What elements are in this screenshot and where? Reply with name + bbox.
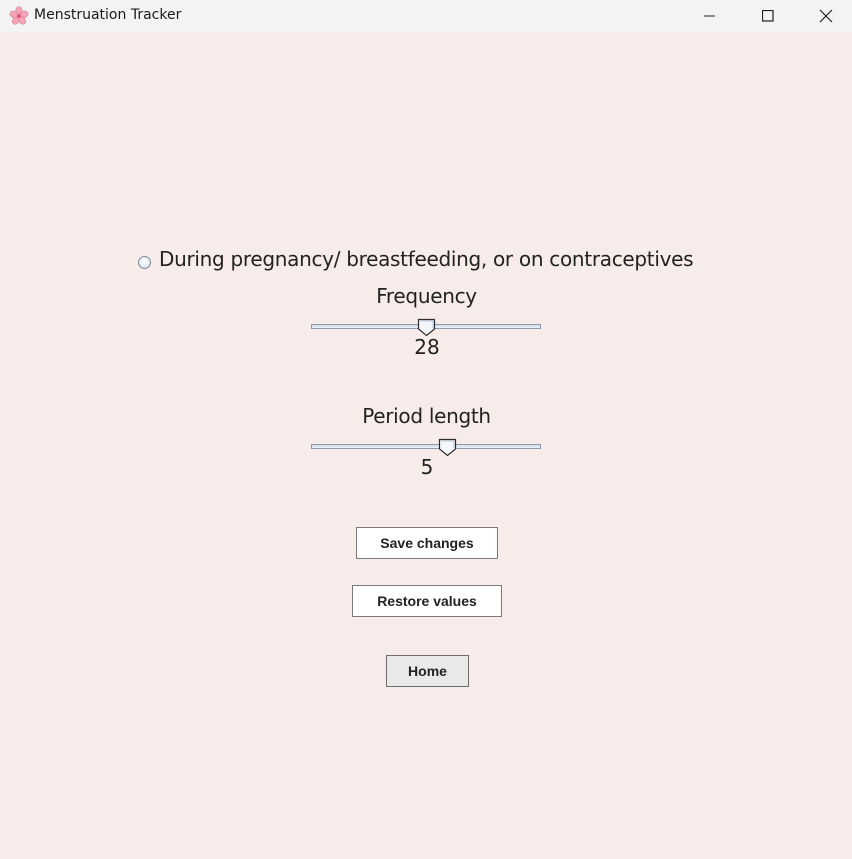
window-title: Menstruation Tracker [34, 7, 182, 23]
pregnancy-option-row[interactable]: During pregnancy/ breastfeeding, or on c… [138, 244, 694, 274]
cherry-blossom-icon [9, 6, 29, 26]
frequency-value: 28 [414, 335, 440, 359]
period-length-slider-track[interactable] [311, 444, 541, 449]
close-icon [819, 9, 833, 23]
close-button[interactable] [797, 0, 852, 32]
restore-values-button[interactable]: Restore values [352, 585, 502, 617]
title-bar[interactable]: Menstruation Tracker [0, 0, 852, 32]
minimize-button[interactable] [681, 0, 739, 32]
settings-panel: During pregnancy/ breastfeeding, or on c… [0, 34, 852, 859]
pregnancy-radio-button[interactable] [138, 255, 151, 269]
minimize-icon [704, 10, 716, 22]
pregnancy-option-label[interactable]: During pregnancy/ breastfeeding, or on c… [159, 247, 694, 271]
period-length-label: Period length [362, 404, 491, 428]
maximize-button[interactable] [739, 0, 797, 32]
save-changes-button[interactable]: Save changes [356, 527, 498, 559]
home-button[interactable]: Home [386, 655, 469, 687]
app-window: Menstruation Tracker During pregnancy/ b… [0, 0, 852, 859]
period-length-value: 5 [420, 455, 434, 479]
frequency-label: Frequency [376, 284, 477, 308]
maximize-icon [762, 10, 774, 22]
